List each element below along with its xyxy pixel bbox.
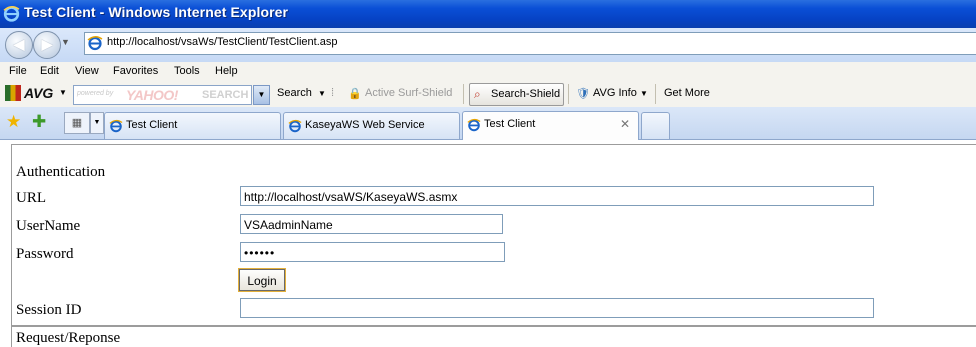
tab-bar: ★ ✚ ▦ ▼ Test Client KaseyaWS Web Service… xyxy=(0,107,976,140)
menu-tools[interactable]: Tools xyxy=(174,65,200,77)
window-title: Test Client - Windows Internet Explorer xyxy=(24,4,289,20)
authentication-fieldset: Authentication URL UserName Password Ses… xyxy=(11,144,976,326)
username-label: UserName xyxy=(16,218,81,234)
menu-bar: File Edit View Favorites Tools Help xyxy=(0,62,976,81)
active-surf-shield-icon: 🔒 xyxy=(348,88,362,100)
avg-logo[interactable]: AVG xyxy=(5,84,53,103)
tab-ie-icon xyxy=(109,119,123,133)
close-tab-icon[interactable]: ✕ xyxy=(620,117,630,131)
menu-view[interactable]: View xyxy=(75,65,99,77)
avg-toolbar: AVG ▼ powered by YAHOO! SEARCH ▼ Search … xyxy=(0,81,976,108)
section-title: Authentication xyxy=(16,164,106,180)
request-response-fieldset: Request/Reponse xyxy=(11,326,976,347)
back-button[interactable]: ◀ xyxy=(5,31,33,59)
avg-info-button[interactable]: AVG Info xyxy=(593,87,637,99)
tab-ie-icon xyxy=(288,119,302,133)
page-content: Authentication URL UserName Password Ses… xyxy=(0,140,976,347)
login-button[interactable]: Login xyxy=(238,268,286,292)
url-field[interactable]: http://localhost/vsaWS/KaseyaWS.asmx xyxy=(240,186,874,206)
search-dropdown-button[interactable]: ▼ xyxy=(253,85,270,105)
search-shield-icon: ⌕ xyxy=(474,87,481,101)
search-options-dropdown-icon[interactable]: ▼ xyxy=(318,89,326,98)
active-surf-shield-label[interactable]: Active Surf-Shield xyxy=(365,87,452,99)
password-field[interactable]: •••••• xyxy=(240,242,505,262)
address-input[interactable]: http://localhost/vsaWs/TestClient/TestCl… xyxy=(84,32,976,55)
new-tab-button[interactable] xyxy=(641,112,670,139)
tab-test-client-1[interactable]: Test Client xyxy=(104,112,281,139)
chevron-down-icon: ▼ xyxy=(257,90,266,99)
menu-help[interactable]: Help xyxy=(215,65,238,77)
tab-kaseyaws-web-service[interactable]: KaseyaWS Web Service xyxy=(283,112,460,139)
menu-favorites[interactable]: Favorites xyxy=(113,65,158,77)
session-id-label: Session ID xyxy=(16,302,82,318)
search-powered-by: powered by xyxy=(77,90,114,97)
menu-file[interactable]: File xyxy=(9,65,27,77)
tab-ie-icon xyxy=(467,118,481,132)
search-button[interactable]: Search xyxy=(277,87,312,99)
ie-logo-icon xyxy=(3,6,20,22)
search-watermark: SEARCH xyxy=(202,89,249,101)
address-url: http://localhost/vsaWs/TestClient/TestCl… xyxy=(107,36,338,48)
menu-edit[interactable]: Edit xyxy=(40,65,59,77)
yahoo-search-input[interactable]: powered by YAHOO! SEARCH xyxy=(73,85,252,105)
toolbar-separator xyxy=(463,84,464,104)
avg-logo-icon xyxy=(5,84,21,101)
get-more-button[interactable]: Get More xyxy=(664,87,710,99)
url-label: URL xyxy=(16,190,46,206)
page-ie-icon xyxy=(87,36,103,51)
quick-tabs-icon[interactable]: ▦ xyxy=(64,112,90,134)
toolbar-grip-icon: ⁞ xyxy=(331,87,335,99)
avg-info-icon: 🛡 xyxy=(576,88,590,100)
search-shield-button[interactable]: ⌕ Search-Shield xyxy=(469,83,564,106)
tab-test-client-active[interactable]: Test Client ✕ xyxy=(462,111,639,140)
address-bar-row: ◀ ▶ ▼ http://localhost/vsaWs/TestClient/… xyxy=(0,28,976,62)
history-dropdown-icon[interactable]: ▼ xyxy=(61,37,70,47)
toolbar-separator xyxy=(568,84,569,104)
password-label: Password xyxy=(16,246,74,262)
username-field[interactable]: VSAadminName xyxy=(240,214,503,234)
toolbar-separator xyxy=(655,84,656,104)
add-favorite-icon[interactable]: ✚ xyxy=(32,112,46,132)
forward-button[interactable]: ▶ xyxy=(33,31,61,59)
tab-label: KaseyaWS Web Service xyxy=(305,119,425,131)
forward-arrow-icon: ▶ xyxy=(41,36,53,52)
favorites-star-icon[interactable]: ★ xyxy=(6,112,21,132)
session-id-field[interactable] xyxy=(240,298,874,318)
yahoo-logo: YAHOO! xyxy=(126,87,178,103)
tab-label: Test Client xyxy=(484,118,536,130)
window-title-bar[interactable]: Test Client - Windows Internet Explorer xyxy=(0,0,976,28)
back-arrow-icon: ◀ xyxy=(13,36,25,52)
avg-info-dropdown-icon[interactable]: ▼ xyxy=(640,89,648,98)
tab-list-dropdown-icon[interactable]: ▼ xyxy=(90,112,104,134)
avg-menu-dropdown-icon[interactable]: ▼ xyxy=(59,88,67,97)
tab-label: Test Client xyxy=(126,119,178,131)
